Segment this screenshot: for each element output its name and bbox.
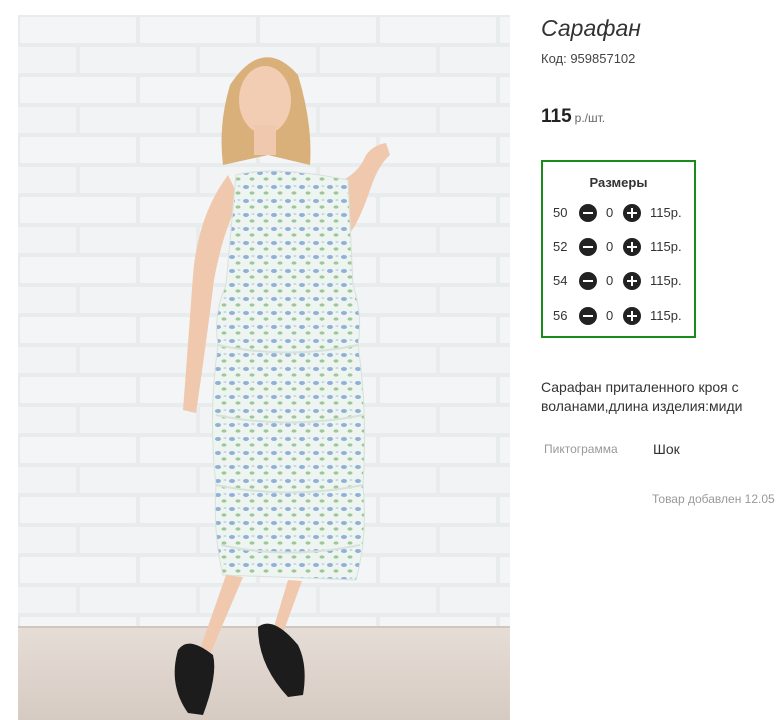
size-row: 50 0 115р. [543, 202, 694, 224]
size-price: 115р. [650, 308, 682, 323]
size-price: 115р. [650, 239, 682, 254]
size-price: 115р. [650, 273, 682, 288]
product-image [18, 15, 510, 720]
size-value: 56 [553, 308, 568, 323]
size-price: 115р. [650, 205, 682, 220]
product-photo[interactable] [18, 15, 510, 720]
increase-quantity-button[interactable] [623, 307, 641, 325]
decrease-quantity-button[interactable] [579, 238, 597, 256]
size-row: 56 0 115р. [543, 305, 694, 327]
sizes-box: Размеры 50 0 115р. 52 0 115р. 54 0 115р.… [541, 160, 696, 338]
attribute-value: Шок [653, 441, 680, 457]
product-description: Сарафан приталенного кроя с воланами,дли… [541, 379, 743, 414]
size-value: 52 [553, 239, 568, 254]
attribute-label: Пиктограмма [544, 442, 618, 456]
quantity-value: 0 [606, 239, 614, 254]
increase-quantity-button[interactable] [623, 204, 641, 222]
size-row: 54 0 115р. [543, 270, 694, 292]
size-row: 52 0 115р. [543, 236, 694, 258]
size-value: 54 [553, 273, 568, 288]
price-unit: р./шт. [574, 111, 606, 125]
increase-quantity-button[interactable] [623, 238, 641, 256]
quantity-value: 0 [606, 273, 614, 288]
product-code: Код: 959857102 [541, 51, 636, 66]
quantity-value: 0 [606, 205, 614, 220]
size-value: 50 [553, 205, 568, 220]
added-date: Товар добавлен 12.05 [652, 492, 775, 506]
product-price: 115 р./шт. [541, 106, 605, 128]
sizes-heading: Размеры [589, 175, 648, 190]
product-title: Сарафан [541, 15, 641, 41]
decrease-quantity-button[interactable] [579, 307, 597, 325]
quantity-value: 0 [606, 308, 614, 323]
price-value: 115 [541, 106, 572, 127]
increase-quantity-button[interactable] [623, 272, 641, 290]
decrease-quantity-button[interactable] [579, 272, 597, 290]
decrease-quantity-button[interactable] [579, 204, 597, 222]
